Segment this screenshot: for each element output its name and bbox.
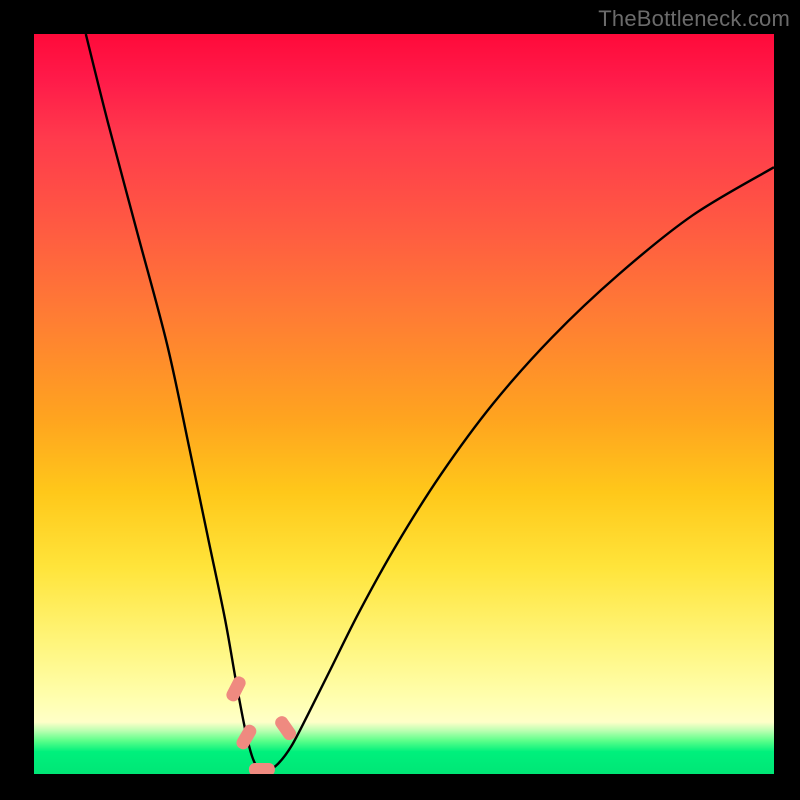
watermark-text: TheBottleneck.com <box>598 6 790 32</box>
marker-valley-bottom <box>249 763 275 774</box>
chart-frame: TheBottleneck.com <box>0 0 800 800</box>
bottleneck-curve-svg <box>34 34 774 774</box>
bottleneck-curve <box>86 34 774 772</box>
marker-left-knee-bottom <box>234 722 258 751</box>
curve-markers <box>224 674 298 774</box>
marker-left-knee-top <box>224 674 247 703</box>
plot-area <box>34 34 774 774</box>
marker-right-knee <box>273 714 299 743</box>
